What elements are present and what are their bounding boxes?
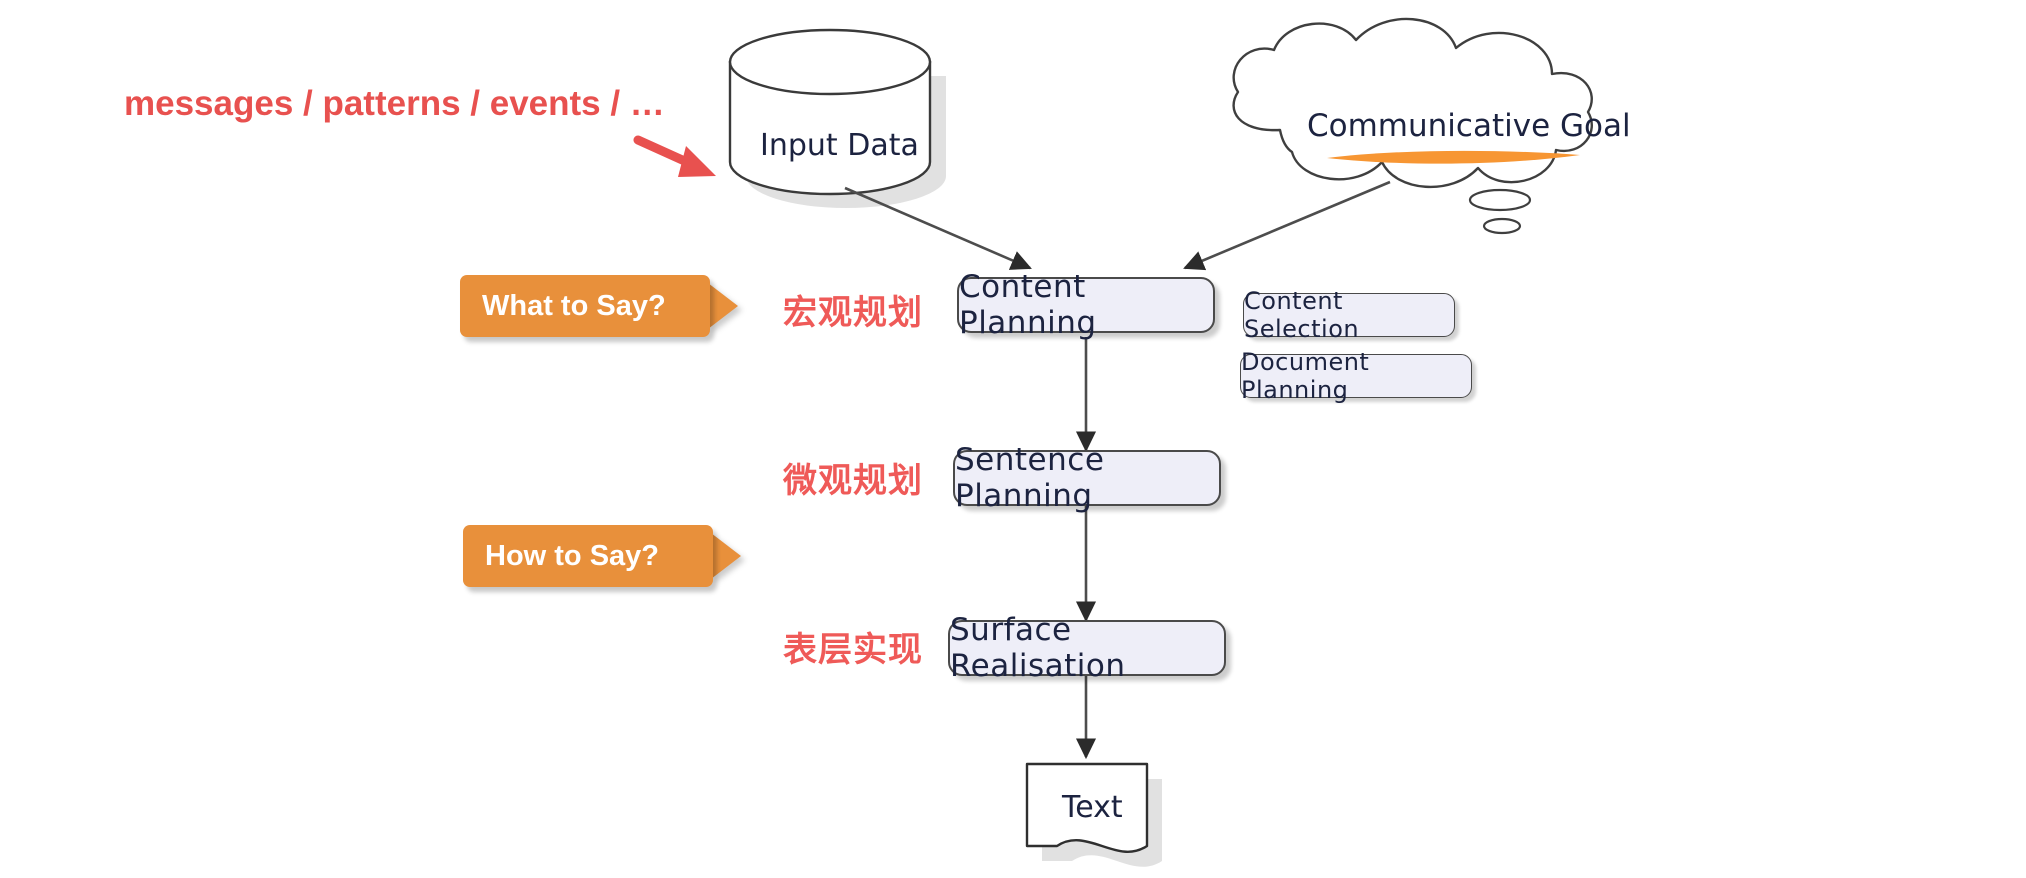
node-content-selection[interactable]: Content Selection	[1243, 287, 1455, 343]
cn-label-surface-realisation: 表层实现	[783, 630, 923, 670]
edge-goal-to-content	[1183, 180, 1391, 271]
node-content-selection-label: Content Selection	[1244, 287, 1360, 343]
edge-input-to-content	[844, 186, 1032, 270]
callout-what-to-say[interactable]: What to Say?	[460, 275, 738, 337]
callout-what-to-say-label: What to Say?	[482, 290, 666, 322]
node-sentence-planning[interactable]: Sentence Planning	[953, 442, 1221, 514]
cn-label-micro-planning: 微观规划	[783, 461, 923, 501]
node-document-planning[interactable]: Document Planning	[1240, 348, 1472, 404]
input-data-label: Input Data	[760, 128, 919, 163]
input-note-label: messages / patterns / events / …	[124, 84, 665, 123]
cn-label-macro-planning: 宏观规划	[783, 293, 923, 333]
communicative-goal-label: Communicative Goal	[1307, 108, 1631, 144]
red-hand-arrow-icon	[633, 135, 716, 177]
node-document-planning-label: Document Planning	[1241, 348, 1370, 404]
diagram-graphics	[633, 17, 1593, 867]
callout-how-to-say-label: How to Say?	[485, 540, 660, 572]
node-surface-realisation[interactable]: Surface Realisation	[948, 612, 1226, 684]
diagram-canvas: messages / patterns / events / … Input D…	[0, 0, 2026, 878]
node-content-planning[interactable]: Content Planning	[957, 269, 1215, 341]
callout-how-to-say[interactable]: How to Say?	[463, 525, 741, 587]
input-data-cylinder	[728, 28, 946, 208]
node-surface-realisation-label: Surface Realisation	[950, 612, 1126, 684]
node-content-planning-label: Content Planning	[959, 269, 1097, 341]
callout-tip-icon	[708, 283, 738, 329]
node-sentence-planning-label: Sentence Planning	[955, 442, 1105, 514]
text-output-label: Text	[1062, 790, 1123, 825]
callout-tip-icon	[711, 533, 741, 579]
